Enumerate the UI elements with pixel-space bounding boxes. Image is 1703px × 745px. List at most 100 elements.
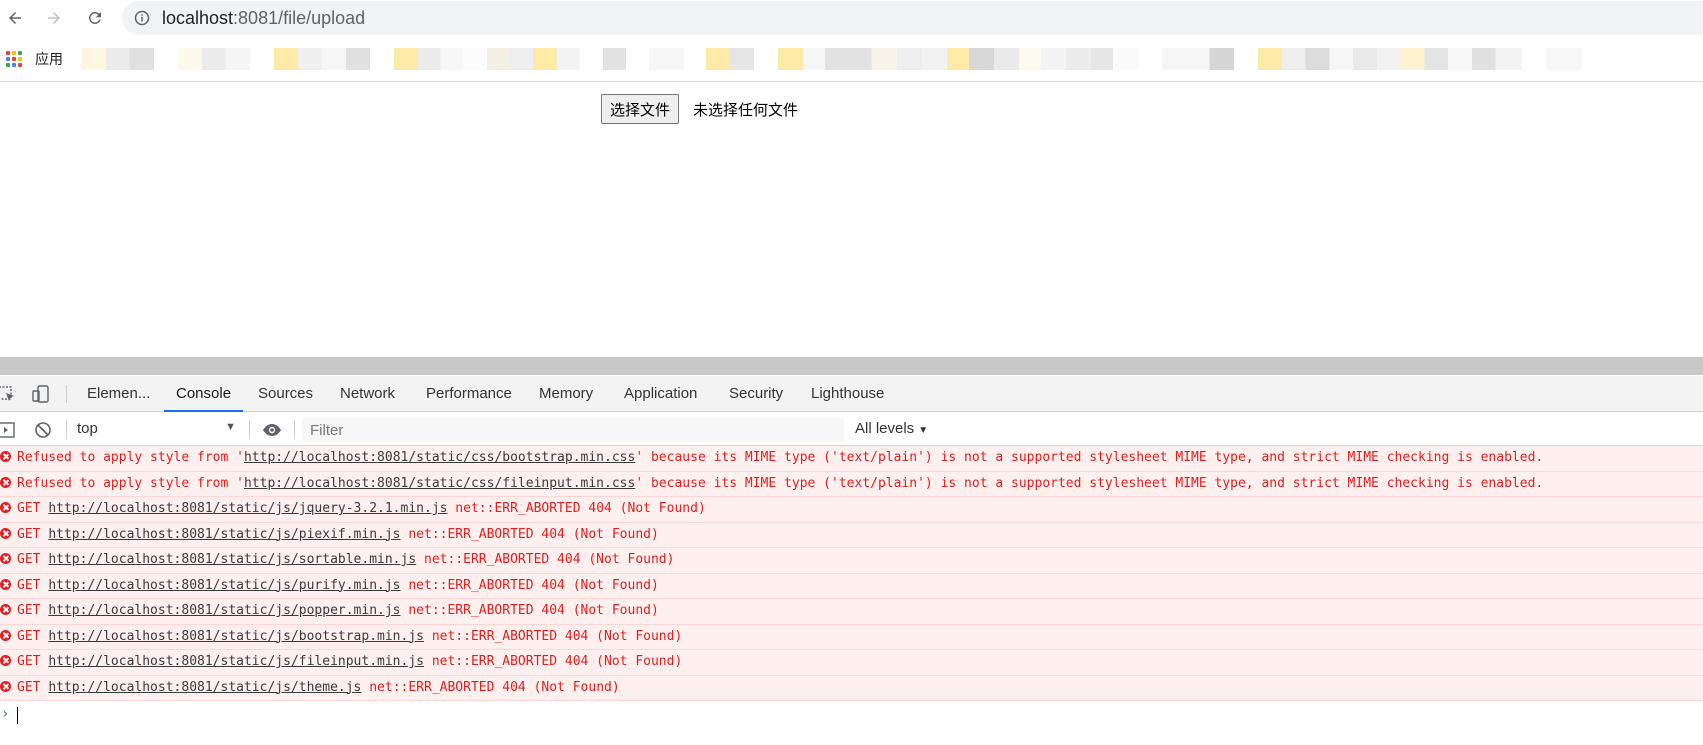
resource-link[interactable]: http://localhost:8081/static/js/theme.js — [48, 680, 361, 695]
dropdown-arrow-icon: ▼ — [225, 421, 236, 433]
bookmark-blurred[interactable] — [1258, 48, 1522, 70]
bookmark-blurred[interactable] — [82, 48, 154, 70]
toolbar-divider — [0, 81, 1703, 82]
back-button[interactable] — [2, 5, 28, 31]
console-prompt[interactable]: › — [0, 701, 1703, 729]
apps-grid-dot — [12, 62, 16, 67]
resource-link[interactable]: http://localhost:8081/static/js/popper.m… — [48, 603, 400, 618]
error-message: Refused to apply style from 'http://loca… — [17, 472, 1543, 496]
resource-link[interactable]: http://localhost:8081/static/js/piexif.m… — [48, 527, 400, 542]
error-suffix: ' because its MIME type ('text/plain') i… — [635, 450, 1544, 465]
error-prefix: GET — [17, 628, 49, 644]
choose-file-button[interactable]: 选择文件 — [601, 94, 680, 124]
url-text[interactable]: localhost:8081/file/upload — [162, 8, 365, 29]
error-prefix: GET — [17, 552, 49, 567]
apps-grid-dot — [12, 50, 16, 55]
error-suffix: net::ERR_ABORTED 404 (Not Found) — [400, 603, 659, 618]
error-icon — [0, 553, 11, 564]
bookmark-blurred[interactable] — [178, 48, 250, 70]
console-error-row: GET http://localhost:8081/static/js/boot… — [0, 624, 1703, 650]
console-error-row: Refused to apply style from 'http://loca… — [0, 446, 1703, 472]
resource-link[interactable]: http://localhost:8081/static/js/purify.m… — [48, 578, 400, 593]
resource-link[interactable]: http://localhost:8081/static/js/sortable… — [48, 552, 416, 567]
context-selector[interactable]: top ▼ — [77, 420, 242, 440]
apps-icon — [6, 50, 23, 68]
bookmark-blurred[interactable] — [274, 48, 370, 70]
console-messages: Refused to apply style from 'http://loca… — [0, 446, 1703, 701]
resource-link[interactable]: http://localhost:8081/static/js/jquery-3… — [48, 501, 447, 516]
tab-security[interactable]: Security — [729, 376, 783, 412]
tab-lighthouse[interactable]: Lighthouse — [811, 376, 884, 412]
apps-shortcut[interactable]: 应用 — [6, 49, 63, 69]
bookmark-blurred[interactable] — [706, 48, 754, 70]
error-prefix: GET — [17, 501, 49, 516]
error-icon — [0, 655, 11, 666]
device-toolbar-icon[interactable] — [32, 385, 50, 403]
address-bar[interactable]: localhost:8081/file/upload — [122, 1, 1703, 35]
bookmark-blurred[interactable] — [394, 48, 684, 70]
resource-link[interactable]: http://localhost:8081/static/js/fileinpu… — [48, 654, 424, 669]
live-expression-eye-icon[interactable] — [262, 421, 282, 439]
info-icon[interactable] — [134, 10, 150, 26]
console-error-row: GET http://localhost:8081/static/js/popp… — [0, 599, 1703, 625]
console-error-row: GET http://localhost:8081/static/js/them… — [0, 675, 1703, 701]
apps-grid-dot — [18, 50, 22, 55]
tab-application[interactable]: Application — [624, 376, 697, 412]
apps-grid-dot — [6, 50, 10, 55]
error-icon — [0, 502, 11, 513]
error-message: GET http://localhost:8081/static/js/file… — [17, 650, 682, 674]
error-icon — [0, 527, 11, 539]
sidebar-toggle-icon[interactable] — [0, 421, 16, 439]
error-icon — [0, 476, 11, 488]
tab-sources[interactable]: Sources — [258, 376, 313, 412]
prompt-chevron-icon: › — [1, 706, 10, 722]
filterbar-separator — [249, 420, 250, 439]
browser-toolbar: localhost:8081/file/upload — [0, 0, 1703, 36]
error-suffix: net::ERR_ABORTED 404 (Not Found) — [424, 628, 683, 644]
resource-link[interactable]: http://localhost:8081/static/css/bootstr… — [244, 450, 635, 465]
console-filter-input[interactable] — [302, 418, 844, 442]
bookmark-blurred[interactable] — [778, 48, 1138, 70]
error-message: GET http://localhost:8081/static/js/sort… — [17, 548, 674, 572]
reload-button[interactable] — [82, 5, 108, 31]
error-message: GET http://localhost:8081/static/js/them… — [17, 676, 620, 700]
tab-memory[interactable]: Memory — [539, 376, 593, 412]
error-message: GET http://localhost:8081/static/js/jque… — [17, 497, 706, 521]
error-message: GET http://localhost:8081/static/js/piex… — [17, 523, 659, 547]
apps-grid-dot — [6, 62, 10, 67]
console-error-row: GET http://localhost:8081/static/js/piex… — [0, 522, 1703, 548]
text-caret — [17, 707, 18, 724]
console-output[interactable]: Refused to apply style from 'http://loca… — [0, 446, 1703, 745]
tab-console[interactable]: Console — [163, 376, 244, 412]
url-host: localhost — [162, 7, 234, 28]
error-suffix: net::ERR_ABORTED 404 (Not Found) — [424, 654, 683, 669]
clear-console-icon[interactable] — [34, 421, 52, 439]
error-suffix: net::ERR_ABORTED 404 (Not Found) — [400, 526, 659, 542]
tab-performance[interactable]: Performance — [426, 376, 512, 412]
url-path: :8081/file/upload — [233, 7, 366, 28]
console-error-row: GET http://localhost:8081/static/js/puri… — [0, 573, 1703, 599]
bookmark-blurred[interactable] — [1546, 48, 1582, 70]
tab-network[interactable]: Network — [340, 376, 395, 412]
bookmark-blurred[interactable] — [1162, 48, 1234, 70]
error-icon — [0, 578, 11, 590]
error-suffix: net::ERR_ABORTED 404 (Not Found) — [400, 577, 659, 593]
log-levels-dropdown[interactable]: All levels ▼ — [855, 420, 928, 437]
tab-elements[interactable]: Elemen... — [87, 376, 150, 412]
error-suffix: net::ERR_ABORTED 404 (Not Found) — [361, 679, 620, 695]
devtools-splitter[interactable] — [0, 357, 1703, 375]
apps-grid-dot — [12, 56, 16, 61]
inspect-element-icon[interactable] — [0, 385, 16, 403]
apps-grid-dot — [18, 56, 22, 61]
error-suffix: ' because its MIME type ('text/plain') i… — [635, 475, 1544, 491]
error-message: Refused to apply style from 'http://loca… — [17, 446, 1543, 470]
error-prefix: GET — [17, 679, 49, 695]
error-suffix: net::ERR_ABORTED 404 (Not Found) — [416, 552, 675, 567]
dropdown-arrow-icon: ▼ — [918, 425, 929, 436]
levels-label: All levels — [855, 420, 915, 437]
resource-link[interactable]: http://localhost:8081/static/css/fileinp… — [244, 476, 635, 491]
error-suffix: net::ERR_ABORTED 404 (Not Found) — [447, 501, 706, 516]
resource-link[interactable]: http://localhost:8081/static/js/bootstra… — [48, 629, 424, 644]
error-message: GET http://localhost:8081/static/js/puri… — [17, 574, 659, 598]
forward-button[interactable] — [41, 5, 67, 31]
